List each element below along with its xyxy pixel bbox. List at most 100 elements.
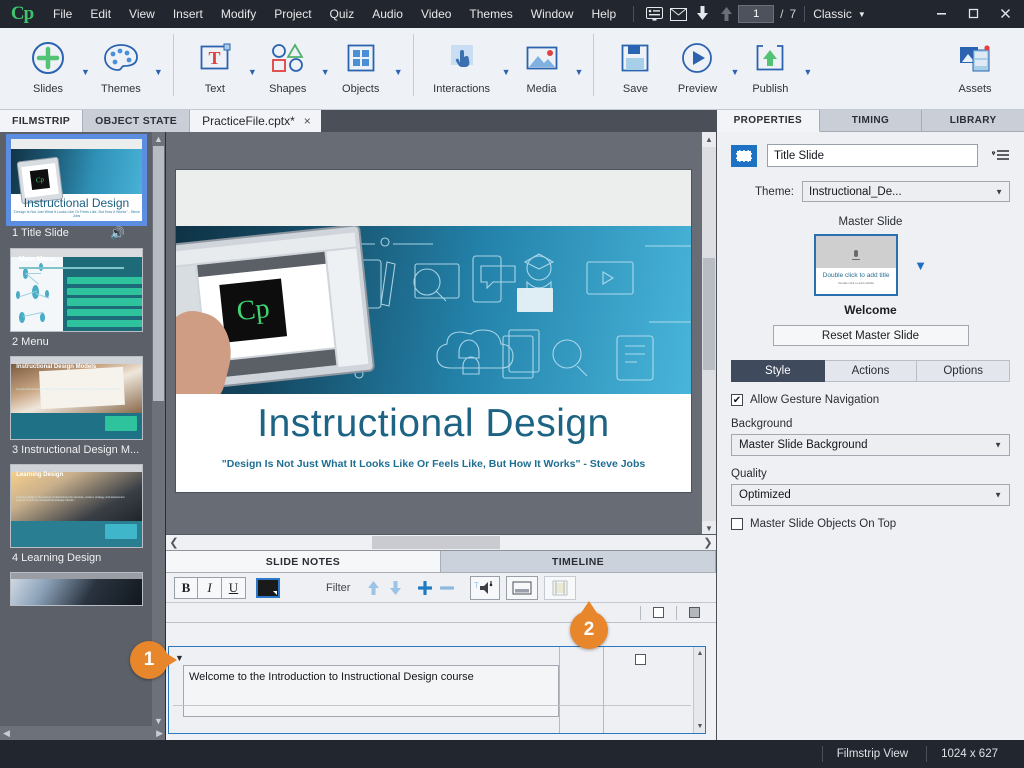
master-slide-thumbnail[interactable]: Double click to add title Double click t…: [814, 234, 898, 296]
subtab-style[interactable]: Style: [731, 360, 825, 382]
assets-button[interactable]: Assets: [944, 34, 1006, 95]
move-down-icon[interactable]: [384, 576, 406, 600]
save-button[interactable]: Save: [604, 34, 666, 95]
slide-stage[interactable]: Cp Instructional Design "Design Is Not J…: [176, 170, 691, 492]
menu-video[interactable]: Video: [412, 0, 460, 28]
media-button[interactable]: Media: [511, 34, 573, 95]
interactions-button[interactable]: Interactions: [424, 34, 500, 95]
menu-help[interactable]: Help: [582, 0, 625, 28]
slide-subtitle-text[interactable]: "Design Is Not Just What It Looks Like O…: [176, 458, 691, 470]
filmstrip-scroll-thumb[interactable]: [153, 146, 164, 401]
minimize-button[interactable]: [926, 2, 956, 24]
slide-canvas[interactable]: Cp Instructional Design "Design Is Not J…: [166, 132, 716, 550]
menu-audio[interactable]: Audio: [363, 0, 412, 28]
filmstrip-h-scrollbar[interactable]: ◀ ▶: [0, 726, 166, 740]
scroll-down-icon[interactable]: ▼: [694, 720, 706, 733]
email-icon[interactable]: [666, 4, 690, 24]
menu-themes[interactable]: Themes: [460, 0, 521, 28]
timeline-rows[interactable]: ▼ Welcome to the Introduction to Instruc…: [168, 646, 706, 734]
text-color-button[interactable]: [256, 578, 280, 598]
gesture-navigation-checkbox[interactable]: ✔: [731, 394, 743, 406]
scroll-up-icon[interactable]: ▲: [694, 647, 706, 660]
shapes-button[interactable]: Shapes: [257, 34, 319, 95]
slide-thumbnail-4[interactable]: Learning Design Learning design is the p…: [10, 464, 143, 548]
text-to-speech-icon[interactable]: T: [470, 576, 500, 600]
maximize-button[interactable]: [958, 2, 988, 24]
timeline-visibility-checkbox[interactable]: [635, 654, 646, 665]
canvas-v-scrollbar[interactable]: ▲ ▼: [702, 132, 716, 536]
closed-caption-icon[interactable]: [506, 576, 538, 600]
scroll-up-icon[interactable]: ▲: [702, 132, 716, 147]
menu-quiz[interactable]: Quiz: [321, 0, 364, 28]
background-select[interactable]: Master Slide Background ▼: [731, 434, 1010, 456]
tab-object-state[interactable]: OBJECT STATE: [83, 110, 190, 132]
shapes-dropdown-icon[interactable]: ▼: [321, 53, 330, 77]
scroll-right-icon[interactable]: ❯: [700, 535, 716, 551]
slide-thumbnail-5[interactable]: [10, 572, 143, 606]
media-dropdown-icon[interactable]: ▼: [575, 53, 584, 77]
master-objects-on-top-row[interactable]: Master Slide Objects On Top: [731, 518, 1010, 530]
theme-select[interactable]: Instructional_De... ▼: [802, 181, 1010, 202]
reset-master-slide-button[interactable]: Reset Master Slide: [773, 325, 969, 346]
slide-thumbnail-3[interactable]: Instructional Design Models An instructi…: [10, 356, 143, 440]
canvas-h-scroll-track[interactable]: [182, 535, 700, 551]
panel-menu-icon[interactable]: [988, 149, 1010, 163]
close-icon[interactable]: ×: [304, 114, 311, 128]
timeline-visibility-header-checkbox[interactable]: [653, 607, 664, 618]
scroll-up-icon[interactable]: ▲: [152, 132, 165, 146]
list-item[interactable]: Cp Instructional Design "Design Is Not J…: [10, 138, 152, 242]
tab-timeline[interactable]: TIMELINE: [441, 551, 716, 572]
master-slide-dropdown-icon[interactable]: ▼: [914, 258, 927, 273]
remove-icon[interactable]: [436, 576, 458, 600]
text-button[interactable]: T Text: [184, 34, 246, 95]
slide-properties-icon[interactable]: [642, 4, 666, 24]
list-item[interactable]: Instructional Design Models An instructi…: [10, 356, 152, 458]
slide-name-input[interactable]: Title Slide: [767, 144, 978, 167]
subtab-actions[interactable]: Actions: [825, 360, 918, 382]
text-dropdown-icon[interactable]: ▼: [248, 53, 257, 77]
list-item[interactable]: [10, 572, 152, 606]
objects-button[interactable]: Objects: [330, 34, 392, 95]
download-icon[interactable]: [690, 4, 714, 24]
slide-thumbnail-1[interactable]: Cp Instructional Design "Design Is Not J…: [10, 138, 143, 222]
canvas-h-scroll-thumb[interactable]: [372, 536, 500, 549]
menu-modify[interactable]: Modify: [212, 0, 265, 28]
canvas-v-scroll-thumb[interactable]: [703, 258, 715, 370]
move-up-icon[interactable]: [362, 576, 384, 600]
menu-project[interactable]: Project: [265, 0, 320, 28]
menu-window[interactable]: Window: [522, 0, 583, 28]
timeline-lock-header-checkbox[interactable]: [689, 607, 700, 618]
quality-select[interactable]: Optimized ▼: [731, 484, 1010, 506]
slides-dropdown-icon[interactable]: ▼: [81, 53, 90, 77]
subtab-options[interactable]: Options: [917, 360, 1010, 382]
menu-file[interactable]: File: [44, 0, 81, 28]
tab-slide-notes[interactable]: SLIDE NOTES: [166, 551, 441, 572]
workspace-selector[interactable]: Classic ▼: [813, 7, 866, 21]
themes-dropdown-icon[interactable]: ▼: [154, 53, 163, 77]
italic-button[interactable]: I: [198, 577, 222, 599]
slides-button[interactable]: Slides: [17, 34, 79, 95]
scroll-right-icon[interactable]: ▶: [156, 728, 163, 739]
bold-button[interactable]: B: [174, 577, 198, 599]
slide-thumbnail-2[interactable]: Main Menu: [10, 248, 143, 332]
scroll-left-icon[interactable]: ❮: [166, 535, 182, 551]
themes-button[interactable]: Themes: [90, 34, 152, 95]
tab-timing[interactable]: TIMING: [820, 110, 923, 132]
tab-filmstrip[interactable]: FILMSTRIP: [0, 110, 83, 132]
scroll-left-icon[interactable]: ◀: [3, 728, 10, 739]
master-objects-on-top-checkbox[interactable]: [731, 518, 743, 530]
close-button[interactable]: [990, 2, 1020, 24]
publish-button[interactable]: Publish: [739, 34, 801, 95]
list-item[interactable]: Learning Design Learning design is the p…: [10, 464, 152, 566]
slide-color-swatch[interactable]: [731, 145, 757, 167]
filmstrip-toggle-icon[interactable]: [544, 576, 576, 600]
menu-edit[interactable]: Edit: [81, 0, 120, 28]
slide-notes-input[interactable]: Welcome to the Introduction to Instructi…: [183, 665, 559, 717]
upload-icon[interactable]: [714, 4, 738, 24]
tab-properties[interactable]: PROPERTIES: [717, 110, 820, 132]
canvas-h-scrollbar[interactable]: ❮ ❯: [166, 534, 716, 550]
interactions-dropdown-icon[interactable]: ▼: [502, 53, 511, 77]
preview-button[interactable]: Preview: [666, 34, 728, 95]
slide-title-text[interactable]: Instructional Design: [176, 402, 691, 446]
publish-dropdown-icon[interactable]: ▼: [803, 53, 812, 77]
